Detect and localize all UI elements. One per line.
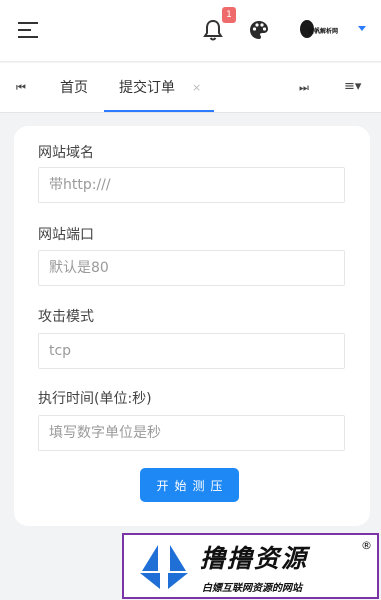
notification-badge: 1 xyxy=(222,7,236,23)
tab-submit-order-label: 提交订单 xyxy=(119,80,175,96)
close-icon[interactable]: × xyxy=(192,81,201,94)
avatar-logo[interactable]: 云帆解析网 xyxy=(300,18,338,42)
last-page-icon[interactable]: ⏭ xyxy=(299,81,309,95)
top-bar: 1 云帆解析网 xyxy=(0,0,381,62)
order-form-card: 网站域名 网站端口 攻击模式 执行时间(单位:秒) 开始测压 xyxy=(14,126,370,526)
tab-menu-icon[interactable]: ≡▾ xyxy=(344,79,361,94)
attack-mode-label: 攻击模式 xyxy=(38,309,94,325)
menu-icon[interactable] xyxy=(18,22,38,38)
duration-input[interactable] xyxy=(38,415,345,451)
domain-input[interactable] xyxy=(38,167,345,203)
watermark-subtitle: 白嫖互联网资源的网站 xyxy=(202,583,302,594)
watermark-logo-icon xyxy=(140,543,188,591)
registered-mark: ® xyxy=(361,539,372,552)
first-page-icon[interactable]: ⏮ xyxy=(16,81,26,95)
bell-icon[interactable] xyxy=(202,18,224,42)
port-input[interactable] xyxy=(38,250,345,286)
logo-text: 云帆解析网 xyxy=(308,28,339,35)
start-test-button[interactable]: 开始测压 xyxy=(140,468,239,502)
domain-label: 网站域名 xyxy=(38,145,94,161)
tab-home[interactable]: 首页 xyxy=(60,63,88,111)
palette-icon[interactable] xyxy=(248,19,270,41)
duration-label: 执行时间(单位:秒) xyxy=(38,391,152,407)
port-label: 网站端口 xyxy=(38,227,94,243)
active-tab-indicator xyxy=(104,110,214,112)
watermark-title: 撸撸资源 xyxy=(200,544,309,573)
chevron-down-icon[interactable] xyxy=(358,26,366,31)
attack-mode-input[interactable] xyxy=(38,333,345,369)
tab-bar: ⏮ 首页 提交订单 × ⏭ ≡▾ xyxy=(0,63,381,113)
watermark-banner: 撸撸资源 ® 白嫖互联网资源的网站 xyxy=(122,533,379,599)
